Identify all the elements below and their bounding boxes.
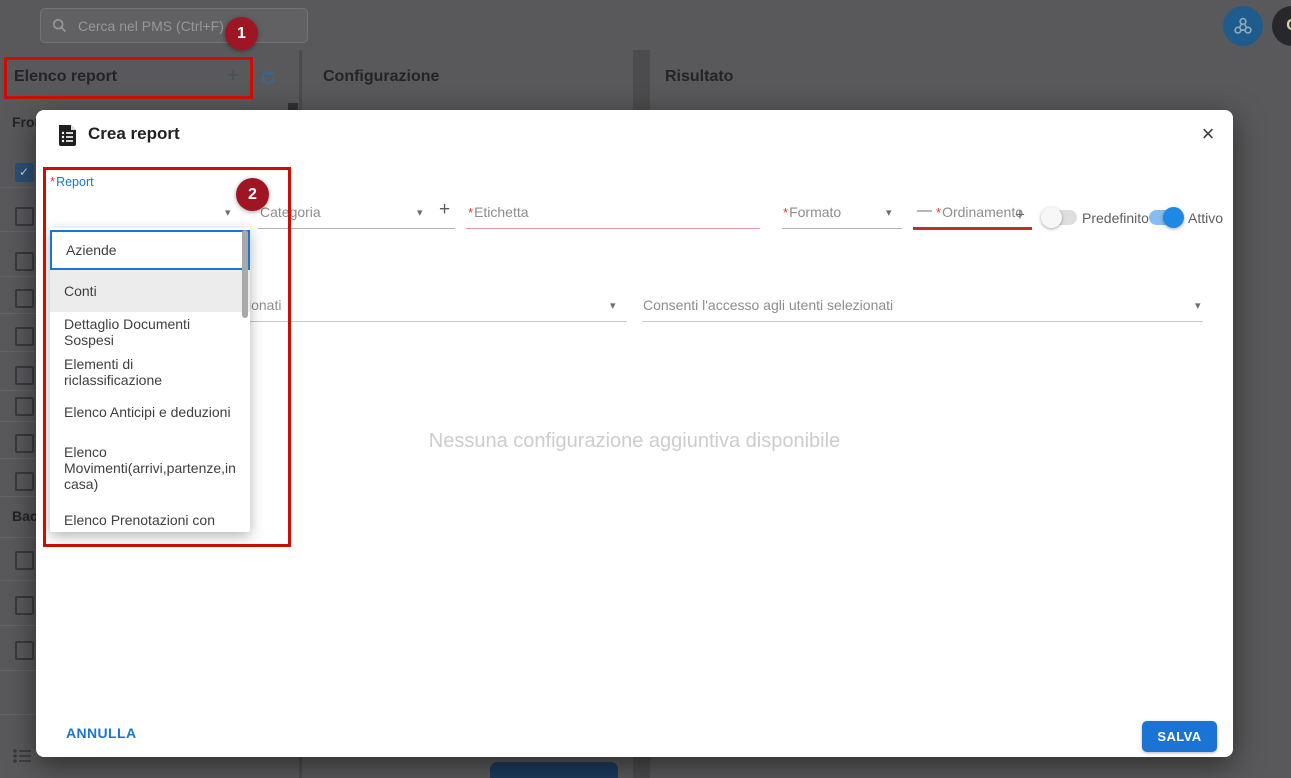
- result-title: Risultato: [665, 68, 734, 85]
- row-checkbox[interactable]: [15, 397, 34, 416]
- required-mark: *: [468, 205, 474, 220]
- close-icon[interactable]: ×: [1194, 120, 1222, 148]
- formato-label: Formato: [789, 204, 842, 220]
- predefinito-label: Predefinito: [1082, 210, 1149, 226]
- annotation-badge-1: 1: [225, 17, 258, 50]
- ordinamento-plus-button[interactable]: +: [1015, 205, 1025, 225]
- annotation-badge-2: 2: [236, 178, 269, 211]
- etichetta-label: Etichetta: [474, 204, 529, 220]
- user-avatar[interactable]: C: [1272, 6, 1291, 46]
- ordinamento-field[interactable]: *Ordinamento: [936, 204, 1023, 220]
- global-search[interactable]: [40, 8, 308, 43]
- save-button[interactable]: SALVA: [1142, 721, 1217, 752]
- predefinito-toggle-thumb[interactable]: [1041, 207, 1062, 228]
- row-checkbox[interactable]: [15, 472, 34, 491]
- report-doc-icon: [57, 123, 78, 146]
- row-checkbox[interactable]: [15, 434, 34, 453]
- webhook-icon: [1232, 15, 1254, 37]
- utenti-select[interactable]: Consenti l'accesso agli utenti seleziona…: [643, 297, 893, 313]
- attivo-toggle-thumb[interactable]: [1163, 207, 1184, 228]
- row-checkbox[interactable]: [15, 366, 34, 385]
- utenti-placeholder: Consenti l'accesso agli utenti seleziona…: [643, 297, 894, 313]
- row-checkbox[interactable]: [15, 327, 34, 346]
- app-topbar: C: [0, 0, 1291, 50]
- row-checkbox[interactable]: [15, 252, 34, 271]
- cancel-button[interactable]: ANNULLA: [66, 725, 136, 741]
- search-icon: [51, 17, 68, 34]
- chevron-down-icon[interactable]: ▾: [1195, 299, 1201, 312]
- required-mark: *: [936, 205, 942, 220]
- etichetta-field[interactable]: *Etichetta: [468, 204, 529, 220]
- bg-group-back: Bac: [12, 508, 38, 524]
- refresh-icon[interactable]: [259, 69, 277, 87]
- required-mark: *: [783, 205, 789, 220]
- row-checkbox[interactable]: [15, 289, 34, 308]
- list-view-icon[interactable]: [13, 748, 33, 764]
- attivo-label: Attivo: [1188, 210, 1224, 226]
- annotation-rect-2: [43, 167, 291, 547]
- avatar-initial: C: [1286, 17, 1291, 35]
- chevron-down-icon[interactable]: ▾: [610, 299, 616, 312]
- chevron-down-icon[interactable]: ▾: [886, 206, 892, 219]
- bg-action-button[interactable]: [490, 762, 618, 778]
- add-categoria-button[interactable]: +: [439, 199, 450, 221]
- ordinamento-minus-button[interactable]: —: [917, 202, 932, 219]
- row-checkbox[interactable]: [15, 596, 34, 615]
- configuration-title: Configurazione: [323, 68, 440, 85]
- integrations-button[interactable]: [1223, 6, 1263, 46]
- formato-select[interactable]: *Formato: [783, 204, 841, 220]
- annotation-rect-1: [4, 57, 253, 99]
- row-checkbox[interactable]: [15, 207, 34, 226]
- dialog-title: Crea report: [88, 124, 180, 143]
- row-checkbox-checked[interactable]: [15, 163, 34, 182]
- row-checkbox[interactable]: [15, 551, 34, 570]
- ordinamento-label: Ordinamento: [942, 204, 1023, 220]
- chevron-down-icon[interactable]: ▾: [417, 206, 423, 219]
- row-checkbox[interactable]: [15, 641, 34, 660]
